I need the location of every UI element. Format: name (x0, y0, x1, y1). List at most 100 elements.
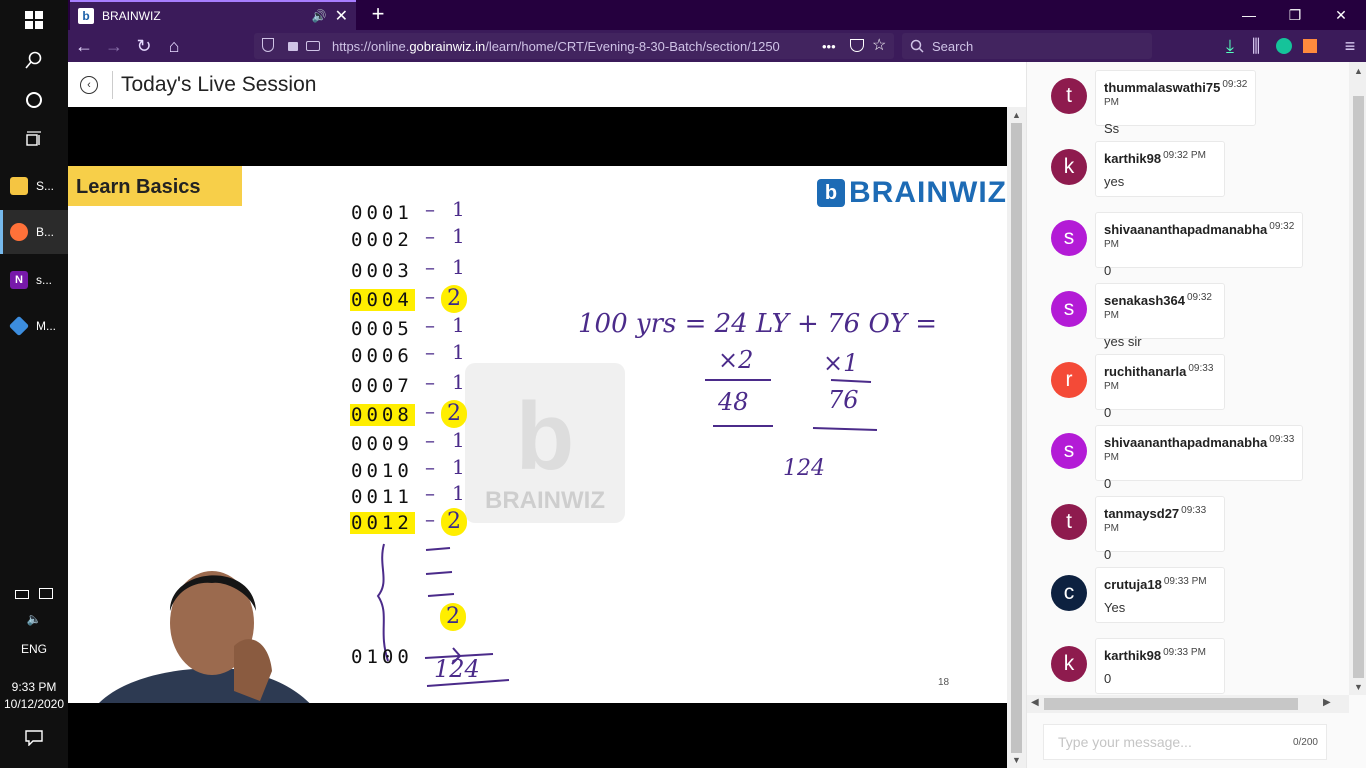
chat-vertical-scrollbar[interactable]: ▲ ▼ (1349, 62, 1366, 695)
brainwiz-favicon: b (78, 8, 94, 24)
close-window-button[interactable]: ✕ (1318, 0, 1364, 30)
chat-message-list[interactable]: t thummalaswathi75 09:32 PM Ss k karthik98 09:… (1027, 62, 1349, 695)
scroll-up-icon[interactable]: ▲ (1012, 110, 1021, 120)
chat-panel: t thummalaswathi75 09:32 PM Ss k karthik98 09:… (1026, 62, 1366, 768)
chat-horizontal-scrollbar[interactable]: ◀ ▶ (1027, 695, 1349, 713)
chat-input-box[interactable]: 0/200 (1043, 724, 1327, 760)
page-actions-icon[interactable]: ••• (822, 39, 836, 54)
battery-icon[interactable] (15, 590, 30, 599)
speaker-icon[interactable]: 🔊 (312, 9, 327, 23)
browser-nav-bar: ← → ↻ ⌂ https://online.gobrainwiz.in/lea… (68, 30, 1366, 62)
number-row-value: 0008 (350, 404, 415, 426)
multiplier-right: ×1 (823, 349, 859, 377)
scroll-left-icon[interactable]: ◀ (1031, 697, 1039, 708)
chat-scroll-thumb[interactable] (1353, 96, 1364, 678)
scroll-right-icon[interactable]: ▶ (1323, 697, 1331, 708)
notifications-icon[interactable] (0, 730, 68, 749)
taskbar-app-label: S... (36, 179, 55, 193)
chat-timestamp: 09:33 PM (1163, 647, 1206, 658)
taskbar-app-explorer[interactable]: S... (0, 164, 68, 208)
number-row-value: 0010 (351, 460, 413, 482)
back-arrow-icon[interactable]: ← (72, 34, 96, 58)
firefox-icon (10, 223, 28, 241)
back-button[interactable]: ‹ (80, 75, 98, 94)
number-row-value: 0012 (350, 512, 415, 534)
scroll-up-icon[interactable]: ▲ (1354, 66, 1363, 76)
taskbar-app-onenote[interactable]: N s... (0, 258, 68, 302)
network-icon[interactable] (38, 588, 53, 599)
search-icon[interactable] (0, 40, 68, 80)
browser-tab-bar: b BRAINWIZ 🔊 ✕ + — ❐ ✕ (68, 0, 1366, 30)
brainwiz-logo-mark: b (817, 179, 846, 207)
scroll-down-icon[interactable]: ▼ (1354, 682, 1363, 692)
new-tab-button[interactable]: + (366, 3, 390, 27)
page-scroll-thumb[interactable] (1011, 123, 1022, 753)
brainwiz-watermark: b BRAINWIZ (465, 363, 625, 523)
page-title: Today's Live Session (121, 72, 317, 96)
scroll-down-icon[interactable]: ▼ (1012, 755, 1021, 765)
extension-icon[interactable] (1298, 34, 1322, 58)
taskbar-app-git[interactable]: M... (0, 304, 68, 348)
cortana-icon[interactable] (0, 80, 68, 120)
chat-timestamp: 09:32 PM (1163, 150, 1206, 161)
download-icon[interactable]: ⤓ (1218, 34, 1242, 58)
taskbar-app-label: M... (36, 319, 56, 333)
menu-icon[interactable]: ≡ (1338, 34, 1362, 58)
chat-hscroll-thumb[interactable] (1044, 698, 1298, 710)
browser-tab[interactable]: b BRAINWIZ 🔊 ✕ (70, 0, 356, 30)
number-row-value: 0005 (351, 318, 413, 340)
tally-dash: – (425, 224, 435, 248)
pocket-icon[interactable] (850, 39, 864, 52)
url-bar[interactable]: https://online.gobrainwiz.in/learn/home/… (254, 33, 894, 59)
chat-username: ruchithanarla (1104, 364, 1187, 379)
windows-start-icon[interactable] (0, 0, 68, 40)
chat-username: shivaananthapadmanabha (1104, 435, 1268, 450)
git-icon (8, 315, 30, 337)
tally-dash: – (425, 428, 435, 452)
lock-icon[interactable] (288, 42, 298, 51)
clock-time[interactable]: 9:33 PM (0, 680, 68, 694)
highlighted-mark: 2 (440, 603, 466, 631)
tally-dash: – (425, 370, 435, 394)
library-icon[interactable]: ⫼ (1244, 34, 1268, 58)
brainwiz-logo: b BRAINWIZ (817, 176, 1007, 210)
permissions-icon[interactable] (306, 41, 320, 51)
home-icon[interactable]: ⌂ (162, 34, 186, 58)
shield-icon[interactable] (262, 38, 274, 52)
number-row-value: 0003 (351, 260, 413, 282)
chat-text: yes (1104, 174, 1125, 189)
watermark-text: BRAINWIZ (485, 487, 605, 514)
tally-dash: – (425, 340, 435, 364)
minimize-button[interactable]: — (1226, 0, 1272, 30)
bookmark-star-icon[interactable]: ☆ (872, 35, 886, 55)
avatar: s (1051, 291, 1087, 327)
chat-bubble: karthik98 09:33 PM 0 (1095, 638, 1225, 694)
tally-mark: 1 (452, 455, 465, 479)
chat-message-input[interactable] (1044, 734, 1293, 750)
chat-bubble: crutuja18 09:33 PM Yes (1095, 567, 1225, 623)
task-view-icon[interactable] (0, 120, 68, 160)
page-scrollbar[interactable]: ▲ ▼ (1007, 107, 1026, 768)
taskbar-app-firefox[interactable]: B... (0, 210, 68, 254)
volume-icon[interactable]: 🔈 (0, 612, 68, 626)
close-tab-icon[interactable]: ✕ (335, 6, 348, 26)
video-player[interactable]: Learn Basics b BRAINWIZ b BRAINWIZ 0001 1… (68, 107, 1007, 768)
last-number: 0100 (351, 646, 413, 668)
reload-icon[interactable]: ↻ (132, 34, 156, 58)
chat-bubble: shivaananthapadmanabha 09:32 PM 0 (1095, 212, 1304, 278)
search-box[interactable]: Search (902, 33, 1152, 59)
watermark-mark: b (515, 383, 575, 490)
tally-dash: – (425, 255, 435, 279)
forward-arrow-icon[interactable]: → (102, 34, 126, 58)
multiplier-left: ×2 (718, 346, 754, 374)
chat-bubble: karthik98 09:32 PM yes (1095, 141, 1225, 197)
language-indicator[interactable]: ENG (0, 642, 68, 656)
tally-mark: 1 (452, 255, 465, 279)
restore-button[interactable]: ❐ (1272, 0, 1318, 30)
grammarly-icon[interactable] (1272, 34, 1296, 58)
clock-date[interactable]: 10/12/2020 (0, 697, 68, 711)
tally-dash: – (425, 313, 435, 337)
tally-mark: 1 (452, 313, 465, 337)
search-icon (910, 39, 924, 53)
chat-username: karthik98 (1104, 151, 1162, 166)
